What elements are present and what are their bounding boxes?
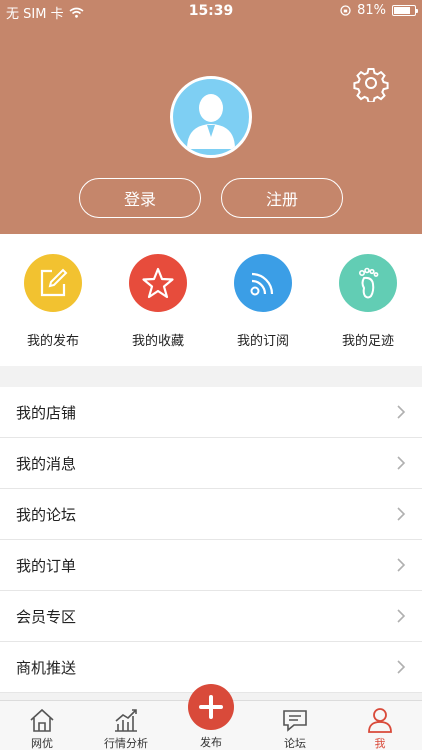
tab-label: 我 <box>374 737 386 750</box>
menu-item-label: 我的消息 <box>16 454 77 473</box>
chevron-right-icon <box>397 609 406 623</box>
chevron-right-icon <box>397 558 406 572</box>
rotation-lock-icon <box>340 5 351 16</box>
edit-icon <box>24 254 82 312</box>
tab-label: 网优 <box>31 737 53 750</box>
quick-item-label: 我的足迹 <box>341 334 394 349</box>
avatar[interactable] <box>170 76 252 158</box>
quick-item-label: 我的收藏 <box>131 334 184 349</box>
chat-icon <box>253 705 337 735</box>
tab-label: 论坛 <box>284 737 306 750</box>
plus-icon <box>199 695 223 719</box>
menu-item-my-messages[interactable]: 我的消息 <box>0 438 422 489</box>
home-icon <box>0 705 84 735</box>
menu-item-label: 我的订单 <box>16 556 77 575</box>
chevron-right-icon <box>397 660 406 674</box>
menu-item-label: 会员专区 <box>16 607 77 626</box>
rss-icon <box>234 254 292 312</box>
profile-header: 无 SIM 卡 15:39 81% 登录 注册 <box>0 0 422 234</box>
login-button[interactable]: 登录 <box>79 178 201 218</box>
menu-item-my-orders[interactable]: 我的订单 <box>0 540 422 591</box>
battery-percent: 81% <box>357 3 386 18</box>
tab-label: 行情分析 <box>104 737 148 750</box>
quick-item-subscriptions[interactable]: 我的订阅 <box>218 254 308 349</box>
register-button[interactable]: 注册 <box>221 178 343 218</box>
chevron-right-icon <box>397 456 406 470</box>
tab-me[interactable]: 我 <box>338 705 422 750</box>
quick-item-favorites[interactable]: 我的收藏 <box>113 254 203 349</box>
quick-item-footprints[interactable]: 我的足迹 <box>323 254 413 349</box>
tab-publish-label: 发布 <box>200 736 222 749</box>
menu-item-label: 我的店铺 <box>16 403 77 422</box>
menu-item-member-zone[interactable]: 会员专区 <box>0 591 422 642</box>
menu-item-label: 我的论坛 <box>16 505 77 524</box>
footprint-icon <box>339 254 397 312</box>
chart-icon <box>84 705 168 735</box>
settings-gear-icon[interactable] <box>352 64 390 104</box>
tab-home[interactable]: 网优 <box>0 705 84 750</box>
quick-item-label: 我的订阅 <box>236 334 289 349</box>
quick-item-my-posts[interactable]: 我的发布 <box>8 254 98 349</box>
chevron-right-icon <box>397 507 406 521</box>
publish-button[interactable] <box>188 684 234 730</box>
status-bar: 无 SIM 卡 15:39 81% <box>0 0 422 22</box>
tab-forum[interactable]: 论坛 <box>253 705 337 750</box>
battery-icon <box>392 5 418 16</box>
menu-item-my-shop[interactable]: 我的店铺 <box>0 387 422 438</box>
menu-list: 我的店铺 我的消息 我的论坛 我的订单 会员专区 商机推送 <box>0 387 422 693</box>
quick-actions: 我的发布 我的收藏 我的订阅 我的足迹 <box>0 234 422 366</box>
tab-market-analysis[interactable]: 行情分析 <box>84 705 168 750</box>
person-icon <box>338 705 422 735</box>
menu-item-my-forum[interactable]: 我的论坛 <box>0 489 422 540</box>
chevron-right-icon <box>397 405 406 419</box>
menu-item-label: 商机推送 <box>16 658 77 677</box>
star-icon <box>129 254 187 312</box>
quick-item-label: 我的发布 <box>26 334 79 349</box>
